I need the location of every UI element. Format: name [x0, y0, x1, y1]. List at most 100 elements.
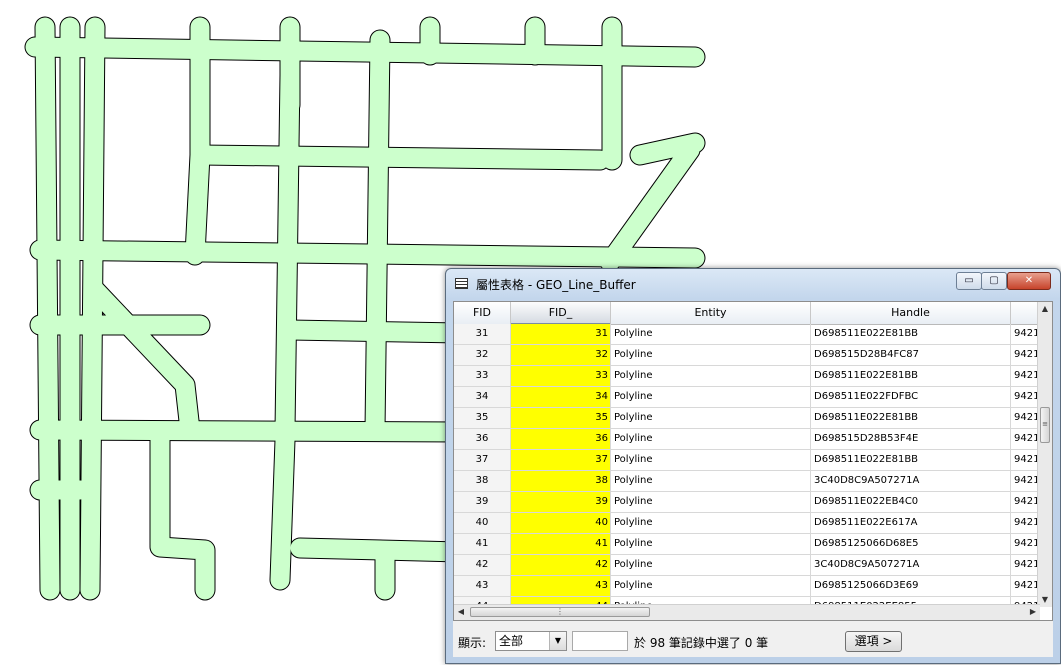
handle-cell[interactable]: D698511E022E617A	[811, 513, 1011, 533]
fid-cell[interactable]: 37	[454, 450, 511, 470]
entity-cell[interactable]: Polyline	[611, 345, 811, 365]
fid-cell[interactable]: 34	[454, 387, 511, 407]
next-column-cell[interactable]: 9421	[1011, 534, 1040, 554]
entity-cell[interactable]: Polyline	[611, 387, 811, 407]
fid-cell[interactable]: 38	[454, 471, 511, 491]
fid-cell[interactable]: 43	[454, 576, 511, 596]
buffer-polygon[interactable]	[35, 17, 60, 600]
fid-underscore-cell[interactable]: 41	[511, 534, 611, 554]
fid-underscore-cell[interactable]: 43	[511, 576, 611, 596]
table-row[interactable]: 43 43 Polyline D6985125066D3E69 9421	[454, 576, 1040, 597]
entity-cell[interactable]: Polyline	[611, 324, 811, 344]
fid-underscore-cell[interactable]: 40	[511, 513, 611, 533]
fid-underscore-cell[interactable]: 32	[511, 345, 611, 365]
next-column-cell[interactable]: 9421	[1011, 366, 1040, 386]
table-row[interactable]: 32 32 Polyline D698515D28B4FC87 9421	[454, 345, 1040, 366]
table-row[interactable]: 39 39 Polyline D698511E022EB4C0 9421	[454, 492, 1040, 513]
entity-cell[interactable]: Polyline	[611, 366, 811, 386]
fid-underscore-cell[interactable]: 42	[511, 555, 611, 575]
table-row[interactable]: 40 40 Polyline D698511E022E617A 9421	[454, 513, 1040, 534]
entity-cell[interactable]: Polyline	[611, 492, 811, 512]
fid-cell[interactable]: 42	[454, 555, 511, 575]
entity-cell[interactable]: Polyline	[611, 513, 811, 533]
handle-cell[interactable]: D698511E022E81BB	[811, 366, 1011, 386]
entity-cell[interactable]: Polyline	[611, 576, 811, 596]
entity-cell[interactable]: Polyline	[611, 534, 811, 554]
scroll-down-icon[interactable]: ▼	[1038, 593, 1052, 607]
fid-underscore-cell[interactable]: 34	[511, 387, 611, 407]
handle-cell[interactable]: D698511E022FDFBC	[811, 387, 1011, 407]
column-header-fid-underscore[interactable]: FID_	[511, 302, 611, 324]
handle-cell[interactable]: D698511E022EB4C0	[811, 492, 1011, 512]
table-row[interactable]: 41 41 Polyline D6985125066D68E5 9421	[454, 534, 1040, 555]
buffer-polygon[interactable]	[365, 30, 390, 440]
fid-cell[interactable]: 31	[454, 324, 511, 344]
horizontal-scroll-thumb[interactable]: ⋮	[470, 607, 650, 617]
minimize-button[interactable]: ▭	[956, 272, 982, 290]
buffer-polygon[interactable]	[30, 420, 470, 442]
table-row[interactable]: 37 37 Polyline D698511E022E81BB 9421	[454, 450, 1040, 471]
fid-underscore-cell[interactable]: 31	[511, 324, 611, 344]
table-row[interactable]: 33 33 Polyline D698511E022E81BB 9421	[454, 366, 1040, 387]
table-row[interactable]: 38 38 Polyline 3C40D8C9A507271A 9421	[454, 471, 1040, 492]
horizontal-scrollbar[interactable]: ◀ ⋮ ▶	[454, 604, 1040, 620]
next-column-cell[interactable]: 9421	[1011, 471, 1040, 491]
column-header-entity[interactable]: Entity	[611, 302, 811, 324]
table-row[interactable]: 31 31 Polyline D698511E022E81BB 9421	[454, 324, 1040, 345]
next-column-cell[interactable]: 9421	[1011, 450, 1040, 470]
attribute-table-window[interactable]: 屬性表格 - GEO_Line_Buffer ▭ ▢ ✕ FID FID_ En…	[445, 268, 1061, 664]
fid-cell[interactable]: 36	[454, 429, 511, 449]
buffer-polygon[interactable]	[185, 145, 210, 265]
fid-cell[interactable]: 35	[454, 408, 511, 428]
entity-cell[interactable]: Polyline	[611, 408, 811, 428]
fid-underscore-cell[interactable]: 36	[511, 429, 611, 449]
next-column-cell[interactable]: 9421	[1011, 408, 1040, 428]
fid-underscore-cell[interactable]: 33	[511, 366, 611, 386]
buffer-polygon[interactable]	[280, 320, 470, 343]
entity-cell[interactable]: Polyline	[611, 555, 811, 575]
scroll-left-icon[interactable]: ◀	[454, 605, 468, 619]
handle-cell[interactable]: 3C40D8C9A507271A	[811, 555, 1011, 575]
chevron-down-icon[interactable]: ▼	[549, 632, 566, 650]
column-header-handle[interactable]: Handle	[811, 302, 1011, 324]
handle-cell[interactable]: D6985125066D3E69	[811, 576, 1011, 596]
fid-cell[interactable]: 33	[454, 366, 511, 386]
buffer-polygon[interactable]	[600, 140, 700, 272]
handle-cell[interactable]: D698515D28B53F4E	[811, 429, 1011, 449]
next-column-cell[interactable]: 9421	[1011, 324, 1040, 344]
fid-underscore-cell[interactable]: 39	[511, 492, 611, 512]
maximize-button[interactable]: ▢	[981, 272, 1007, 290]
handle-cell[interactable]: D6985125066D68E5	[811, 534, 1011, 554]
show-filter-select[interactable]: 全部 ▼	[495, 631, 567, 651]
entity-cell[interactable]: Polyline	[611, 471, 811, 491]
table-row[interactable]: 34 34 Polyline D698511E022FDFBC 9421	[454, 387, 1040, 408]
handle-cell[interactable]: D698511E022E81BB	[811, 450, 1011, 470]
next-column-cell[interactable]: 9421	[1011, 387, 1040, 407]
vertical-scroll-thumb[interactable]: ≡	[1040, 407, 1050, 443]
vertical-scrollbar[interactable]: ▲ ≡ ▼	[1037, 302, 1052, 607]
entity-cell[interactable]: Polyline	[611, 429, 811, 449]
fid-underscore-cell[interactable]: 38	[511, 471, 611, 491]
fid-cell[interactable]: 41	[454, 534, 511, 554]
entity-cell[interactable]: Polyline	[611, 450, 811, 470]
fid-cell[interactable]: 32	[454, 345, 511, 365]
buffer-polygon[interactable]	[30, 240, 705, 268]
next-column-cell[interactable]: 9421	[1011, 555, 1040, 575]
next-column-cell[interactable]: 9421	[1011, 576, 1040, 596]
column-header-fid[interactable]: FID	[454, 302, 511, 324]
next-column-cell[interactable]: 9421	[1011, 429, 1040, 449]
scroll-up-icon[interactable]: ▲	[1038, 302, 1052, 316]
next-column-cell[interactable]: 9421	[1011, 513, 1040, 533]
buffer-polygon[interactable]	[25, 37, 705, 67]
buffer-polygon[interactable]	[80, 17, 105, 600]
handle-cell[interactable]: D698515D28B4FC87	[811, 345, 1011, 365]
handle-cell[interactable]: D698511E022E81BB	[811, 324, 1011, 344]
table-row[interactable]: 35 35 Polyline D698511E022E81BB 9421	[454, 408, 1040, 429]
handle-cell[interactable]: D698511E022E81BB	[811, 408, 1011, 428]
handle-cell[interactable]: 3C40D8C9A507271A	[811, 471, 1011, 491]
buffer-polygon[interactable]	[190, 145, 610, 170]
fid-cell[interactable]: 39	[454, 492, 511, 512]
attribute-grid[interactable]: FID FID_ Entity Handle 31 31 Polyline D6985…	[453, 301, 1053, 621]
next-column-cell[interactable]: 9421	[1011, 492, 1040, 512]
table-row[interactable]: 36 36 Polyline D698515D28B53F4E 9421	[454, 429, 1040, 450]
